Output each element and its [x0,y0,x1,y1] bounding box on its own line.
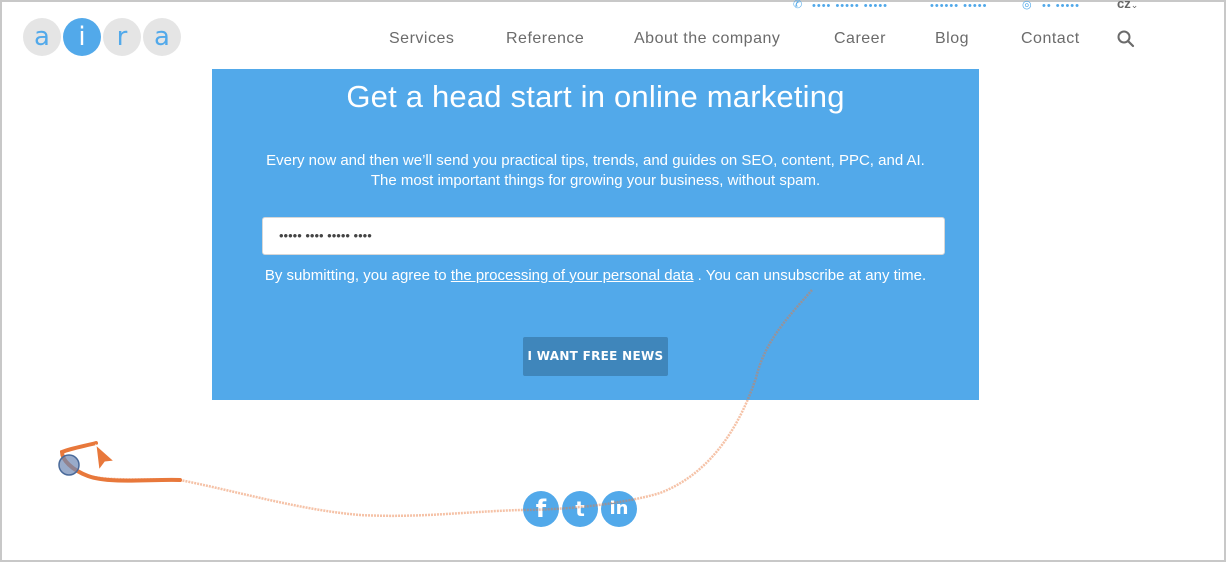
cursor-trail-overlay [58,289,813,518]
cursor-trail-recent [59,441,182,483]
mouse-pointer-icon [95,443,116,472]
click-marker [58,454,80,476]
cursor-trail [84,289,813,518]
